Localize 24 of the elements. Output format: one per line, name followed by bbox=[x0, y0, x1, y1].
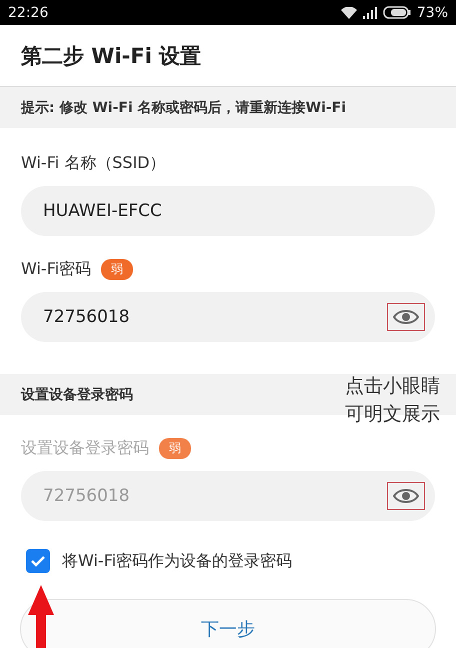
signal-icon bbox=[362, 6, 377, 18]
field-label: Wi-Fi 名称（SSID） bbox=[21, 152, 166, 174]
password-field[interactable]: 72756018 bbox=[21, 292, 435, 342]
wifi-icon bbox=[340, 6, 357, 18]
battery-icon bbox=[382, 6, 411, 19]
strength-badge: 弱 bbox=[101, 258, 134, 280]
field-label: Wi-Fi密码 bbox=[21, 258, 92, 280]
checkbox[interactable] bbox=[26, 549, 50, 573]
field-label: 设置设备登录密码 bbox=[21, 438, 149, 458]
eye-icon bbox=[393, 309, 419, 325]
checkbox-label: 将Wi-Fi密码作为设备的登录密码 bbox=[62, 550, 292, 572]
show-password-button[interactable] bbox=[387, 303, 425, 331]
annotation-text: 点击小眼睛 bbox=[345, 374, 440, 399]
strength-badge: 弱 bbox=[159, 438, 191, 458]
annotation-text: 可明文展示 bbox=[345, 402, 440, 427]
page-title: 第二步 Wi-Fi 设置 bbox=[21, 42, 202, 70]
battery-percent: 73% bbox=[416, 4, 448, 20]
next-button[interactable]: 下一步 bbox=[20, 599, 436, 648]
eye-icon bbox=[393, 488, 419, 504]
status-time: 22:26 bbox=[8, 4, 48, 20]
hint-text: 提示: 修改 Wi-Fi 名称或密码后，请重新连接Wi-Fi bbox=[21, 98, 346, 116]
check-icon bbox=[30, 555, 46, 567]
input-field[interactable]: HUAWEI-EFCC bbox=[21, 186, 435, 236]
section-title: 设置设备登录密码 bbox=[21, 386, 133, 404]
